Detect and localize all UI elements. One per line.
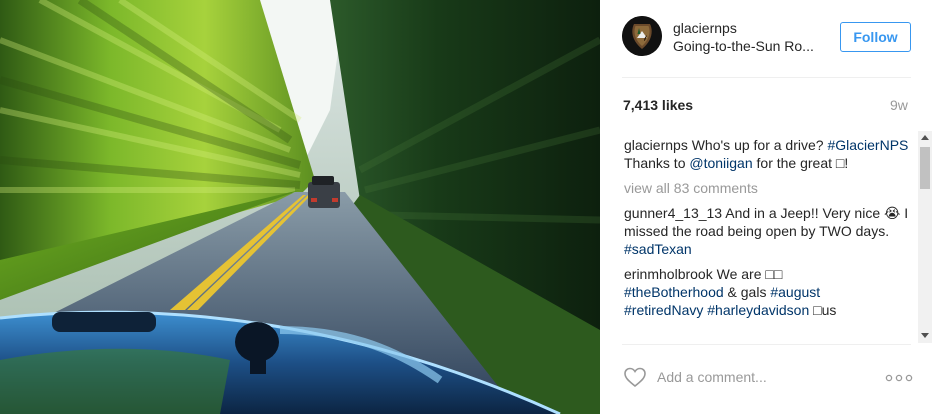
comments-list: glaciernps Who's up for a drive? #Glacie… xyxy=(624,136,916,342)
hashtag-link[interactable]: #retiredNavy xyxy=(624,302,703,318)
hashtag-link[interactable]: #sadTexan xyxy=(624,241,692,257)
hashtag-link[interactable]: #GlacierNPS xyxy=(827,137,908,153)
comment-item: gunner4_13_13 And in a Jeep!! Very nice … xyxy=(624,204,916,258)
road-scene-image xyxy=(0,0,600,414)
caption: glaciernps Who's up for a drive? #Glacie… xyxy=(624,136,916,172)
post-header: glaciernps Going-to-the-Sun Ro... Follow xyxy=(600,0,932,78)
comment-username[interactable]: gunner4_13_13 xyxy=(624,205,722,221)
scroll-thumb[interactable] xyxy=(920,147,930,189)
scroll-up-button[interactable] xyxy=(918,131,932,145)
caption-text: for the great □! xyxy=(752,155,849,171)
avatar[interactable] xyxy=(622,16,662,56)
more-options-icon[interactable] xyxy=(885,371,913,385)
post-timestamp[interactable]: 9w xyxy=(890,97,908,113)
hashtag-link[interactable]: #august xyxy=(770,284,820,300)
nps-arrowhead-logo xyxy=(622,16,662,56)
comment-text: We are □□ xyxy=(712,266,783,282)
caption-username[interactable]: glaciernps xyxy=(624,137,688,153)
comment-username[interactable]: erinmholbrook xyxy=(624,266,713,282)
add-comment-row xyxy=(600,352,932,402)
caption-text: Who's up for a drive? xyxy=(687,137,828,153)
comment-item: erinmholbrook We are □□ #theBotherhood &… xyxy=(624,265,916,319)
chevron-up-icon xyxy=(921,135,929,140)
post-location[interactable]: Going-to-the-Sun Ro... xyxy=(673,38,823,54)
heart-icon[interactable] xyxy=(623,366,647,388)
comment-text: & gals xyxy=(723,284,771,300)
hashtag-link[interactable]: #harleydavidson xyxy=(707,302,809,318)
caption-text: Thanks to xyxy=(624,155,690,171)
likes-count[interactable]: 7,413 likes xyxy=(623,97,693,113)
scroll-down-button[interactable] xyxy=(918,329,932,343)
mention-link[interactable]: @toniigan xyxy=(689,155,752,171)
post-details-panel: glaciernps Going-to-the-Sun Ro... Follow… xyxy=(600,0,932,414)
view-all-comments-link[interactable]: view all 83 comments xyxy=(624,179,916,197)
comment-text: □us xyxy=(809,302,837,318)
header-divider xyxy=(622,77,911,78)
post-photo[interactable] xyxy=(0,0,600,414)
chevron-down-icon xyxy=(921,333,929,338)
comments-divider xyxy=(622,344,911,345)
comments-scrollbar[interactable] xyxy=(918,131,932,343)
post-username[interactable]: glaciernps xyxy=(673,20,737,36)
follow-button[interactable]: Follow xyxy=(840,22,911,52)
add-comment-input[interactable] xyxy=(657,366,857,388)
hashtag-link[interactable]: #theBotherhood xyxy=(624,284,724,300)
